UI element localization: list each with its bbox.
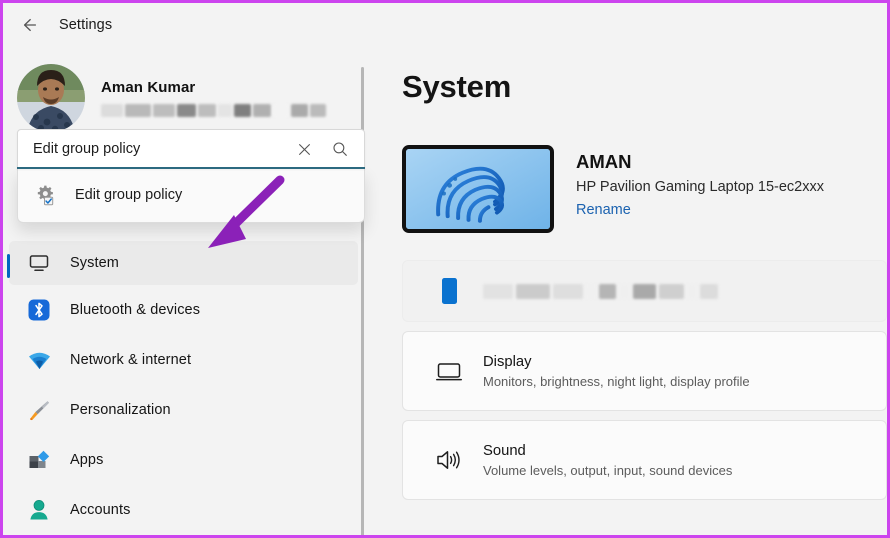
search-input[interactable]: Edit group policy: [17, 129, 365, 169]
sidebar-item-label: Bluetooth & devices: [70, 302, 201, 318]
windows11-bloom-wallpaper-icon: [406, 149, 550, 229]
device-thumbnail: [402, 145, 554, 233]
search-icon: [332, 141, 348, 157]
rename-link[interactable]: Rename: [576, 202, 631, 218]
settings-card-display[interactable]: Display Monitors, brightness, night ligh…: [402, 331, 887, 411]
sidebar-item-accounts[interactable]: Accounts: [9, 485, 358, 535]
account-name: Aman Kumar: [101, 79, 196, 96]
suggestion-label: Edit group policy: [75, 187, 183, 203]
sidebar-item-system[interactable]: System: [7, 241, 358, 285]
settings-card-sound[interactable]: Sound Volume levels, output, input, soun…: [402, 420, 887, 500]
sidebar-item-personalization[interactable]: Personalization: [9, 385, 358, 435]
sidebar-item-label: System: [70, 255, 119, 271]
card-text: Display Monitors, brightness, night ligh…: [483, 354, 750, 389]
sidebar-item-label: Network & internet: [70, 352, 192, 368]
group-policy-gear-icon: [34, 184, 56, 206]
sidebar-scrollbar-track[interactable]: [361, 55, 366, 535]
paintbrush-icon: [26, 397, 52, 423]
apps-icon: [26, 447, 52, 473]
back-arrow-icon: [19, 15, 39, 35]
device-text: AMAN HP Pavilion Gaming Laptop 15-ec2xxx…: [576, 145, 824, 219]
sidebar-item-label: Personalization: [70, 402, 171, 418]
search-submit-button[interactable]: [322, 132, 358, 166]
search-suggestions-panel: Edit group policy: [17, 169, 365, 223]
sidebar-item-label: Apps: [70, 452, 104, 468]
settings-card-blurred[interactable]: [402, 260, 887, 322]
main-content: System AMAN HP Pavilion Gaming Laptop 15…: [368, 47, 887, 535]
device-summary: AMAN HP Pavilion Gaming Laptop 15-ec2xxx…: [402, 145, 887, 233]
close-icon: [297, 142, 312, 157]
back-button[interactable]: [13, 9, 45, 41]
system-monitor-icon: [26, 250, 52, 276]
account-block[interactable]: Aman Kumar: [3, 47, 368, 135]
settings-window: Settings Aman Kumar System Bluetooth & d…: [0, 0, 890, 538]
card-text: Sound Volume levels, output, input, soun…: [483, 443, 732, 478]
sidebar-item-label: Accounts: [70, 502, 131, 518]
card-title: Display: [483, 353, 532, 370]
avatar: [17, 64, 85, 132]
sidebar-nav-list: System Bluetooth & devices Network & int…: [3, 241, 368, 535]
suggestion-edit-group-policy[interactable]: Edit group policy: [18, 173, 364, 217]
sidebar: Aman Kumar System Bluetooth & devices Ne…: [3, 47, 368, 535]
app-title: Settings: [59, 17, 113, 33]
search-area: Edit group policy Edit group policy: [17, 129, 365, 223]
phone-link-icon: [433, 275, 465, 307]
card-redacted-text: [483, 283, 718, 299]
title-bar: Settings: [3, 3, 887, 47]
wifi-icon: [26, 347, 52, 373]
account-text: Aman Kumar: [101, 79, 326, 117]
device-name: AMAN: [576, 151, 632, 172]
card-subtitle: Monitors, brightness, night light, displ…: [483, 373, 750, 389]
search-input-value[interactable]: Edit group policy: [18, 141, 286, 157]
settings-cards: Display Monitors, brightness, night ligh…: [402, 260, 887, 500]
sidebar-item-network-internet[interactable]: Network & internet: [9, 335, 358, 385]
account-email-redacted: [101, 104, 326, 117]
sidebar-item-apps[interactable]: Apps: [9, 435, 358, 485]
person-icon: [26, 497, 52, 523]
device-model: HP Pavilion Gaming Laptop 15-ec2xxx: [576, 179, 824, 195]
display-monitor-icon: [433, 355, 465, 387]
card-subtitle: Volume levels, output, input, sound devi…: [483, 462, 733, 478]
card-title: Sound: [483, 442, 526, 459]
page-title: System: [402, 69, 512, 104]
sidebar-item-bluetooth-devices[interactable]: Bluetooth & devices: [9, 285, 358, 335]
bluetooth-icon: [26, 297, 52, 323]
clear-search-button[interactable]: [286, 132, 322, 166]
sound-speaker-icon: [433, 444, 465, 476]
